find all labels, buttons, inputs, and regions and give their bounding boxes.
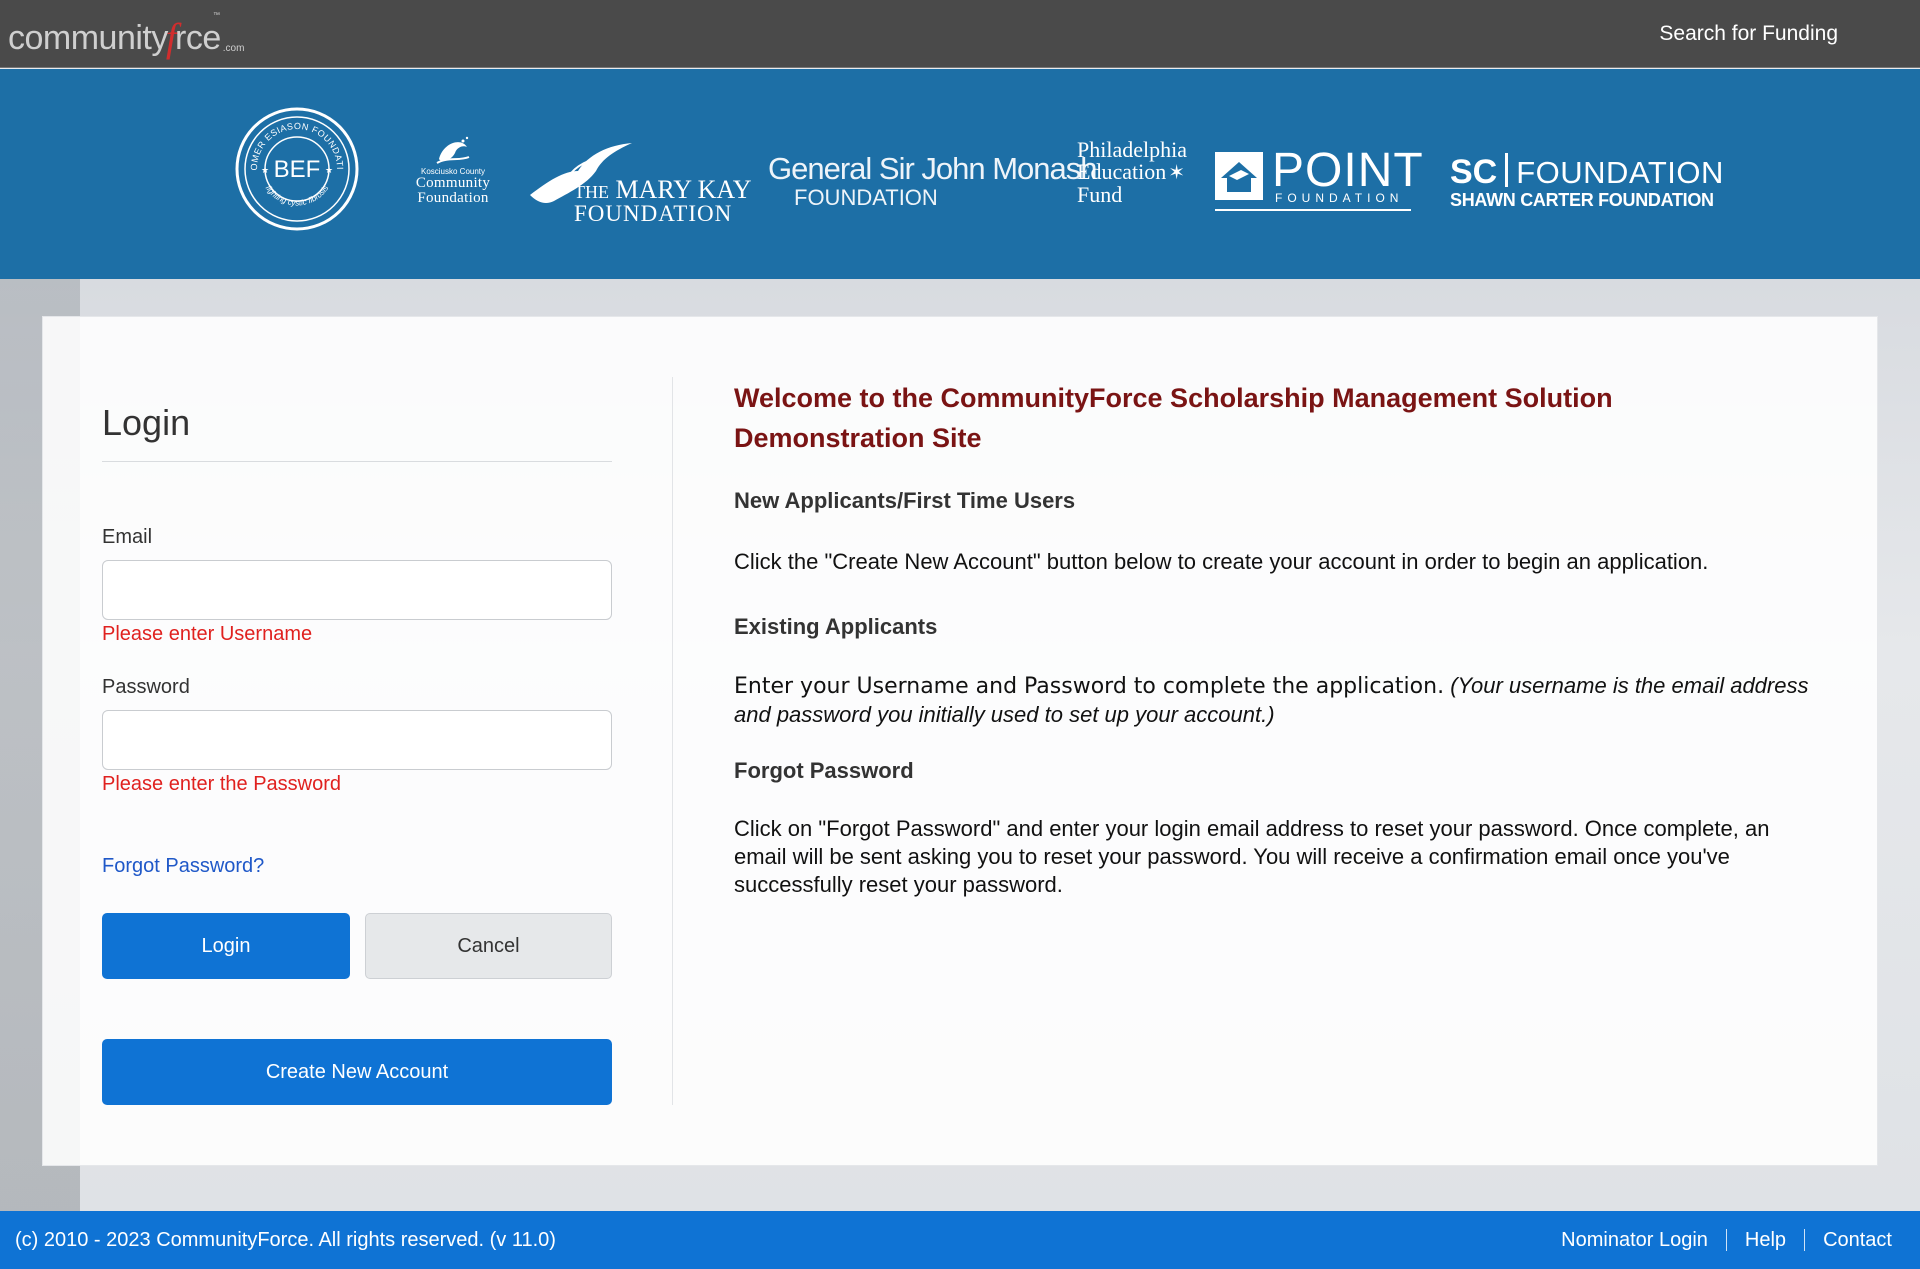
monash-logo: General Sir John Monash FOUNDATION	[768, 151, 1098, 211]
forgot-password-heading: Forgot Password	[734, 758, 914, 783]
scf-sc: SC	[1450, 153, 1498, 191]
kosciusko-line1: Community	[415, 175, 491, 191]
kosciusko-line2: Foundation	[417, 190, 489, 206]
point-name: POINT	[1272, 144, 1424, 197]
marykay-the: THE	[574, 182, 609, 202]
communityforce-logo[interactable]: community f rce .com ™	[8, 10, 244, 58]
marykay-logo: THE MARY KAY FOUNDATION	[528, 141, 752, 231]
existing-applicants-main: Enter your Username and Password to comp…	[734, 674, 1445, 699]
existing-applicants-heading: Existing Applicants	[734, 614, 938, 639]
password-label: Password	[102, 676, 190, 698]
email-error: Please enter Username	[102, 623, 313, 645]
scf-divider	[1505, 153, 1509, 187]
monash-line1: General Sir John Monash	[768, 151, 1098, 186]
footer-separator	[1725, 1229, 1727, 1251]
phila-line3: Fund	[1077, 182, 1123, 207]
scf-foundation: FOUNDATION	[1516, 155, 1724, 190]
marykay-name: MARY KAY	[615, 175, 752, 204]
bef-center-text: BEF	[274, 156, 321, 183]
contact-link[interactable]: Contact	[1823, 1229, 1892, 1252]
help-link[interactable]: Help	[1745, 1229, 1786, 1252]
brand-text-part3: rce	[175, 19, 221, 57]
forgot-password-text: Click on "Forgot Password" and enter you…	[734, 816, 1770, 897]
scf-top-row: SC FOUNDATION	[1450, 153, 1724, 192]
copyright-text: (c) 2010 - 2023 CommunityForce. All righ…	[15, 1229, 556, 1251]
sponsor-banner: BOOMER ESIASON FOUNDATION fighting cysti…	[0, 69, 1920, 279]
forgot-password-link[interactable]: Forgot Password?	[102, 855, 264, 878]
scf-full-name: SHAWN CARTER FOUNDATION	[1450, 190, 1714, 210]
phila-line2-row: Education ✶	[1077, 159, 1187, 185]
kosciusko-bird-icon	[436, 136, 470, 164]
point-underline	[1215, 209, 1411, 211]
footer: (c) 2010 - 2023 CommunityForce. All righ…	[0, 1211, 1920, 1269]
email-label: Email	[102, 526, 153, 548]
kosciusko-logo: Kosciusko County Community Foundation	[408, 135, 498, 215]
login-button[interactable]: Login	[102, 913, 350, 979]
phila-star-icon: ✶	[1168, 162, 1185, 184]
phila-line1: Philadelphia	[1077, 137, 1187, 162]
bef-logo: BOOMER ESIASON FOUNDATION fighting cysti…	[231, 99, 359, 231]
svg-text:★: ★	[261, 165, 269, 175]
svg-text:★: ★	[325, 165, 333, 175]
brand-suffix: .com	[222, 43, 245, 54]
login-title: Login	[102, 402, 191, 443]
shawn-carter-logo: SC FOUNDATION SHAWN CARTER FOUNDATION	[1450, 153, 1724, 211]
search-for-funding-link[interactable]: Search for Funding	[1659, 22, 1838, 46]
nominator-login-link[interactable]: Nominator Login	[1561, 1229, 1708, 1252]
bef-seal-icon: BOOMER ESIASON FOUNDATION fighting cysti…	[231, 99, 359, 231]
welcome-title: Welcome to the CommunityForce Scholarshi…	[734, 383, 1613, 453]
marykay-foundation: FOUNDATION	[574, 201, 733, 226]
column-divider	[672, 377, 673, 1105]
bef-bottom-text: fighting cystic fibrosis	[264, 184, 331, 208]
existing-applicants-text: Enter your Username and Password to comp…	[734, 672, 1824, 729]
new-applicants-heading: New Applicants/First Time Users	[734, 488, 1076, 513]
top-bar: community f rce .com ™ Search for Fundin…	[0, 0, 1920, 68]
brand-text-part1: community	[8, 19, 168, 57]
cancel-button[interactable]: Cancel	[365, 913, 612, 979]
brand-trademark: ™	[213, 12, 220, 19]
point-logo: POINT FOUNDATION	[1215, 144, 1423, 213]
svg-text:fighting cystic fibrosis: fighting cystic fibrosis	[264, 184, 331, 208]
password-error: Please enter the Password	[102, 773, 342, 795]
email-field[interactable]	[102, 560, 612, 620]
point-house-icon	[1215, 152, 1263, 200]
password-field[interactable]	[102, 710, 612, 770]
footer-links: Nominator Login Help Contact	[1561, 1229, 1892, 1252]
footer-separator	[1804, 1229, 1806, 1251]
create-new-account-button[interactable]: Create New Account	[102, 1039, 612, 1105]
phila-line2: Education	[1077, 159, 1167, 184]
philadelphia-logo: Philadelphia Education ✶ Fund	[1077, 139, 1187, 206]
monash-line2: FOUNDATION	[794, 185, 938, 210]
login-title-rule	[102, 461, 612, 462]
point-foundation: FOUNDATION	[1275, 191, 1404, 205]
new-applicants-text: Click the "Create New Account" button be…	[734, 549, 1709, 574]
